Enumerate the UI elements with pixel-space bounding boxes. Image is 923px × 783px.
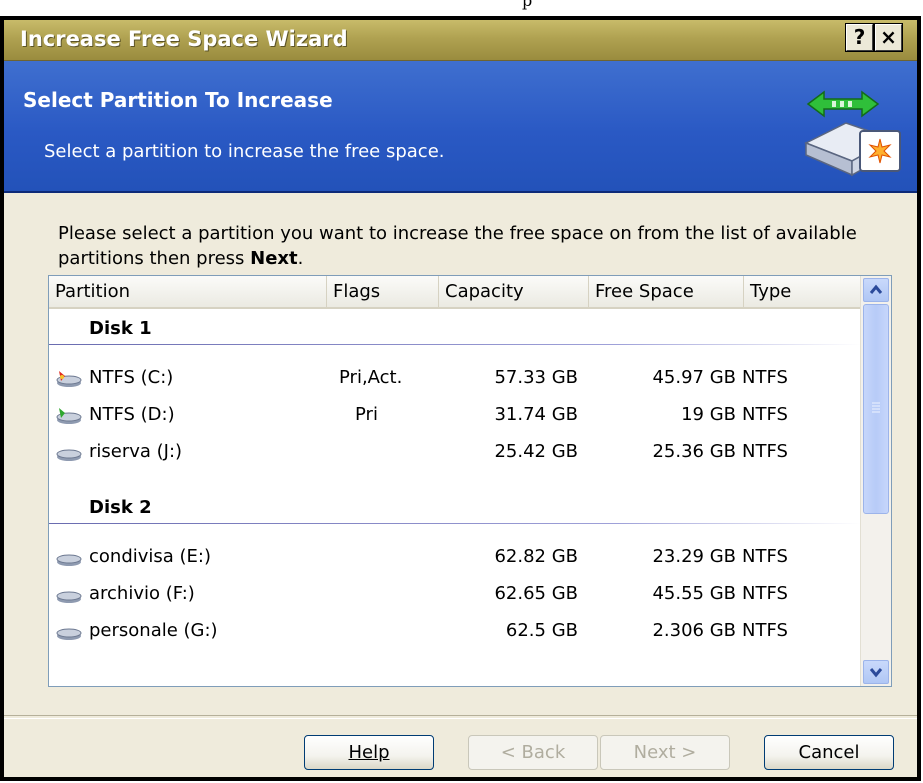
disk-group-header: Disk 2 [49, 488, 861, 524]
instructions-text: Please select a partition you want to in… [58, 221, 898, 271]
wizard-window: Increase Free Space Wizard ? × Select Pa… [0, 16, 921, 781]
partition-capacity: 31.74 GB [494, 404, 578, 425]
cancel-button[interactable]: Cancel [764, 735, 894, 770]
partition-icon [56, 554, 82, 566]
disk-label: Disk 1 [89, 318, 152, 339]
partition-type: NTFS [742, 367, 788, 388]
window-title: Increase Free Space Wizard [20, 27, 348, 51]
partition-capacity: 62.65 GB [494, 583, 578, 604]
column-header-capacity[interactable]: Capacity [439, 276, 589, 307]
column-header-flags[interactable]: Flags [327, 276, 439, 307]
partition-row[interactable]: condivisa (E:) 62.82 GB 23.29 GB NTFS [49, 540, 861, 574]
back-button[interactable]: < Back [468, 735, 598, 770]
disk-divider [49, 523, 861, 524]
instructions-next-word: Next [250, 248, 298, 269]
disk-label: Disk 2 [89, 497, 152, 518]
partition-capacity: 57.33 GB [494, 367, 578, 388]
partition-row[interactable]: riserva (J:) 25.42 GB 25.36 GB NTFS [49, 435, 861, 469]
partition-flags: Pri [355, 404, 378, 425]
partition-icon [56, 449, 82, 461]
next-button[interactable]: Next > [600, 735, 730, 770]
help-button-label: Help [348, 742, 390, 763]
column-header-partition[interactable]: Partition [49, 276, 327, 307]
partition-free-space: 45.55 GB [652, 583, 736, 604]
list-header: Partition Flags Capacity Free Space Type [49, 276, 861, 309]
column-header-free-space[interactable]: Free Space [589, 276, 744, 307]
partition-capacity: 25.42 GB [494, 441, 578, 462]
partition-name: archivio (F:) [89, 583, 195, 604]
help-title-button[interactable]: ? [845, 23, 874, 52]
partition-icon [56, 628, 82, 640]
partition-free-space: 25.36 GB [652, 441, 736, 462]
chevron-down-icon [869, 668, 883, 678]
disk-group-header: Disk 1 [49, 309, 861, 345]
chevron-up-icon [869, 284, 883, 294]
partition-icon [56, 591, 82, 603]
partition-capacity: 62.82 GB [494, 546, 578, 567]
wizard-disk-icon [804, 90, 901, 177]
partition-type: NTFS [742, 441, 788, 462]
partition-type: NTFS [742, 583, 788, 604]
footer-separator [4, 715, 917, 719]
partition-type: NTFS [742, 404, 788, 425]
partition-type: NTFS [742, 620, 788, 641]
scroll-down-button[interactable] [863, 660, 889, 684]
help-button[interactable]: Help [304, 735, 434, 770]
disk-divider [49, 344, 861, 345]
vertical-scrollbar[interactable] [860, 276, 891, 686]
partition-name: NTFS (C:) [89, 367, 174, 388]
partition-free-space: 23.29 GB [652, 546, 736, 567]
partition-row[interactable]: personale (G:) 62.5 GB 2.306 GB NTFS [49, 614, 861, 648]
instructions-period: . [297, 248, 304, 269]
wizard-header: Select Partition To Increase Select a pa… [4, 61, 917, 193]
partition-free-space: 45.97 GB [652, 367, 736, 388]
top-cropped-area: p [0, 0, 923, 16]
partition-name: NTFS (D:) [89, 404, 175, 425]
partition-type: NTFS [742, 546, 788, 567]
partition-name: condivisa (E:) [89, 546, 212, 567]
column-header-type[interactable]: Type [744, 276, 861, 307]
partition-flags: Pri,Act. [339, 367, 403, 388]
grip-icon [872, 402, 880, 413]
partition-primary-icon [56, 408, 82, 424]
partition-list[interactable]: Partition Flags Capacity Free Space Type… [48, 275, 892, 687]
partition-row[interactable]: NTFS (C:) Pri,Act. 57.33 GB 45.97 GB NTF… [49, 361, 861, 395]
partition-capacity: 62.5 GB [505, 620, 578, 641]
partition-active-icon [56, 371, 82, 387]
partition-name: riserva (J:) [89, 441, 183, 462]
scroll-up-button[interactable] [863, 278, 889, 302]
partition-name: personale (G:) [89, 620, 218, 641]
cropped-text: p [522, 0, 533, 10]
title-bar[interactable]: Increase Free Space Wizard ? × [4, 20, 917, 61]
page-title: Select Partition To Increase [23, 88, 333, 112]
close-button[interactable]: × [874, 23, 903, 52]
cancel-button-label: Cancel [798, 742, 860, 763]
page-subtitle: Select a partition to increase the free … [44, 141, 445, 162]
instructions-text-part: Please select a partition you want to in… [58, 223, 857, 269]
partition-row[interactable]: archivio (F:) 62.65 GB 45.55 GB NTFS [49, 577, 861, 611]
scroll-thumb[interactable] [863, 304, 889, 514]
partition-free-space: 19 GB [681, 404, 736, 425]
partition-free-space: 2.306 GB [652, 620, 736, 641]
partition-row[interactable]: NTFS (D:) Pri 31.74 GB 19 GB NTFS [49, 398, 861, 432]
